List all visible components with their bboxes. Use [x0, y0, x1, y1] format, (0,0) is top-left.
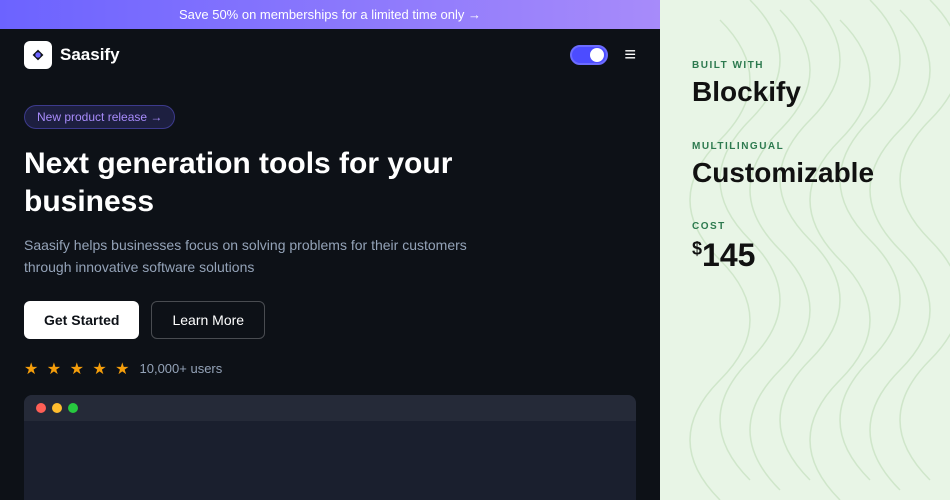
multilingual-block: MULTILINGUAL Customizable: [692, 141, 918, 190]
promo-banner[interactable]: Save 50% on memberships for a limited ti…: [0, 0, 660, 29]
social-proof: ★ ★ ★ ★ ★ 10,000+ users: [24, 359, 636, 379]
cost-block: COST $145: [692, 221, 918, 274]
hero-subtitle: Saasify helps businesses focus on solvin…: [24, 234, 504, 279]
right-content: BUILT WITH Blockify MULTILINGUAL Customi…: [692, 0, 918, 307]
left-panel: Save 50% on memberships for a limited ti…: [0, 0, 660, 500]
cost-currency: $: [692, 239, 702, 259]
browser-dot-yellow: [52, 403, 62, 413]
banner-text: Save 50% on memberships for a limited ti…: [179, 7, 481, 22]
hero-section: New product release → Next generation to…: [0, 81, 660, 395]
star-rating: ★ ★ ★ ★ ★: [24, 359, 132, 379]
user-count: 10,000+ users: [140, 361, 223, 376]
browser-dot-green: [68, 403, 78, 413]
toggle-track[interactable]: [570, 45, 608, 65]
multilingual-label: MULTILINGUAL: [692, 141, 918, 152]
built-with-value: Blockify: [692, 75, 918, 109]
browser-content: [24, 421, 636, 481]
release-badge[interactable]: New product release →: [24, 105, 175, 129]
logo[interactable]: Saasify: [24, 41, 120, 69]
cta-buttons: Get Started Learn More: [24, 301, 636, 339]
right-panel: BUILT WITH Blockify MULTILINGUAL Customi…: [660, 0, 950, 500]
logo-icon: [24, 41, 52, 69]
learn-more-button[interactable]: Learn More: [151, 301, 265, 339]
browser-mockup: [24, 395, 636, 500]
navbar: Saasify ≡: [0, 29, 660, 81]
cost-number: 145: [702, 237, 755, 273]
built-with-block: BUILT WITH Blockify: [692, 60, 918, 109]
browser-bar: [24, 395, 636, 421]
release-badge-text: New product release →: [37, 110, 162, 124]
menu-icon[interactable]: ≡: [624, 45, 636, 65]
dark-mode-toggle[interactable]: [570, 45, 608, 65]
hero-title: Next generation tools for your business: [24, 145, 544, 220]
multilingual-value: Customizable: [692, 156, 918, 190]
browser-dot-red: [36, 403, 46, 413]
cost-label: COST: [692, 221, 918, 232]
get-started-button[interactable]: Get Started: [24, 301, 139, 339]
nav-right: ≡: [570, 45, 636, 65]
toggle-knob: [590, 48, 604, 62]
cost-value: $145: [692, 236, 918, 274]
built-with-label: BUILT WITH: [692, 60, 918, 71]
logo-text: Saasify: [60, 45, 120, 65]
